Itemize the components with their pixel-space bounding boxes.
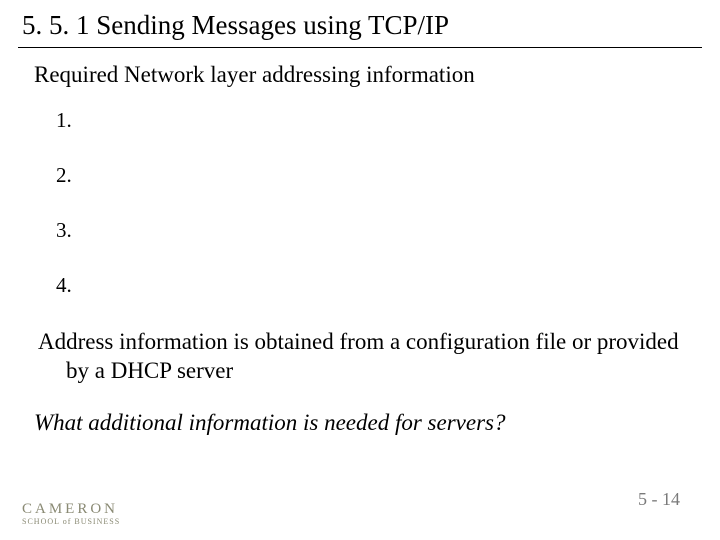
logo-main: CAMERON xyxy=(22,501,120,518)
slide-title: 5. 5. 1 Sending Messages using TCP/IP xyxy=(0,0,720,47)
content-area: Required Network layer addressing inform… xyxy=(0,48,720,436)
question-text: What additional information is needed fo… xyxy=(34,410,698,436)
logo-sub: SCHOOL of BUSINESS xyxy=(22,517,120,526)
paragraph: Address information is obtained from a c… xyxy=(62,328,698,386)
page-number: 5 - 14 xyxy=(638,489,680,510)
list-item: 4. xyxy=(56,273,698,298)
list-item: 2. xyxy=(56,163,698,188)
numbered-list: 1. 2. 3. 4. xyxy=(34,108,698,298)
subheading: Required Network layer addressing inform… xyxy=(34,62,698,88)
logo: CAMERON SCHOOL of BUSINESS xyxy=(22,501,120,526)
list-item: 1. xyxy=(56,108,698,133)
slide: 5. 5. 1 Sending Messages using TCP/IP Re… xyxy=(0,0,720,540)
list-item: 3. xyxy=(56,218,698,243)
